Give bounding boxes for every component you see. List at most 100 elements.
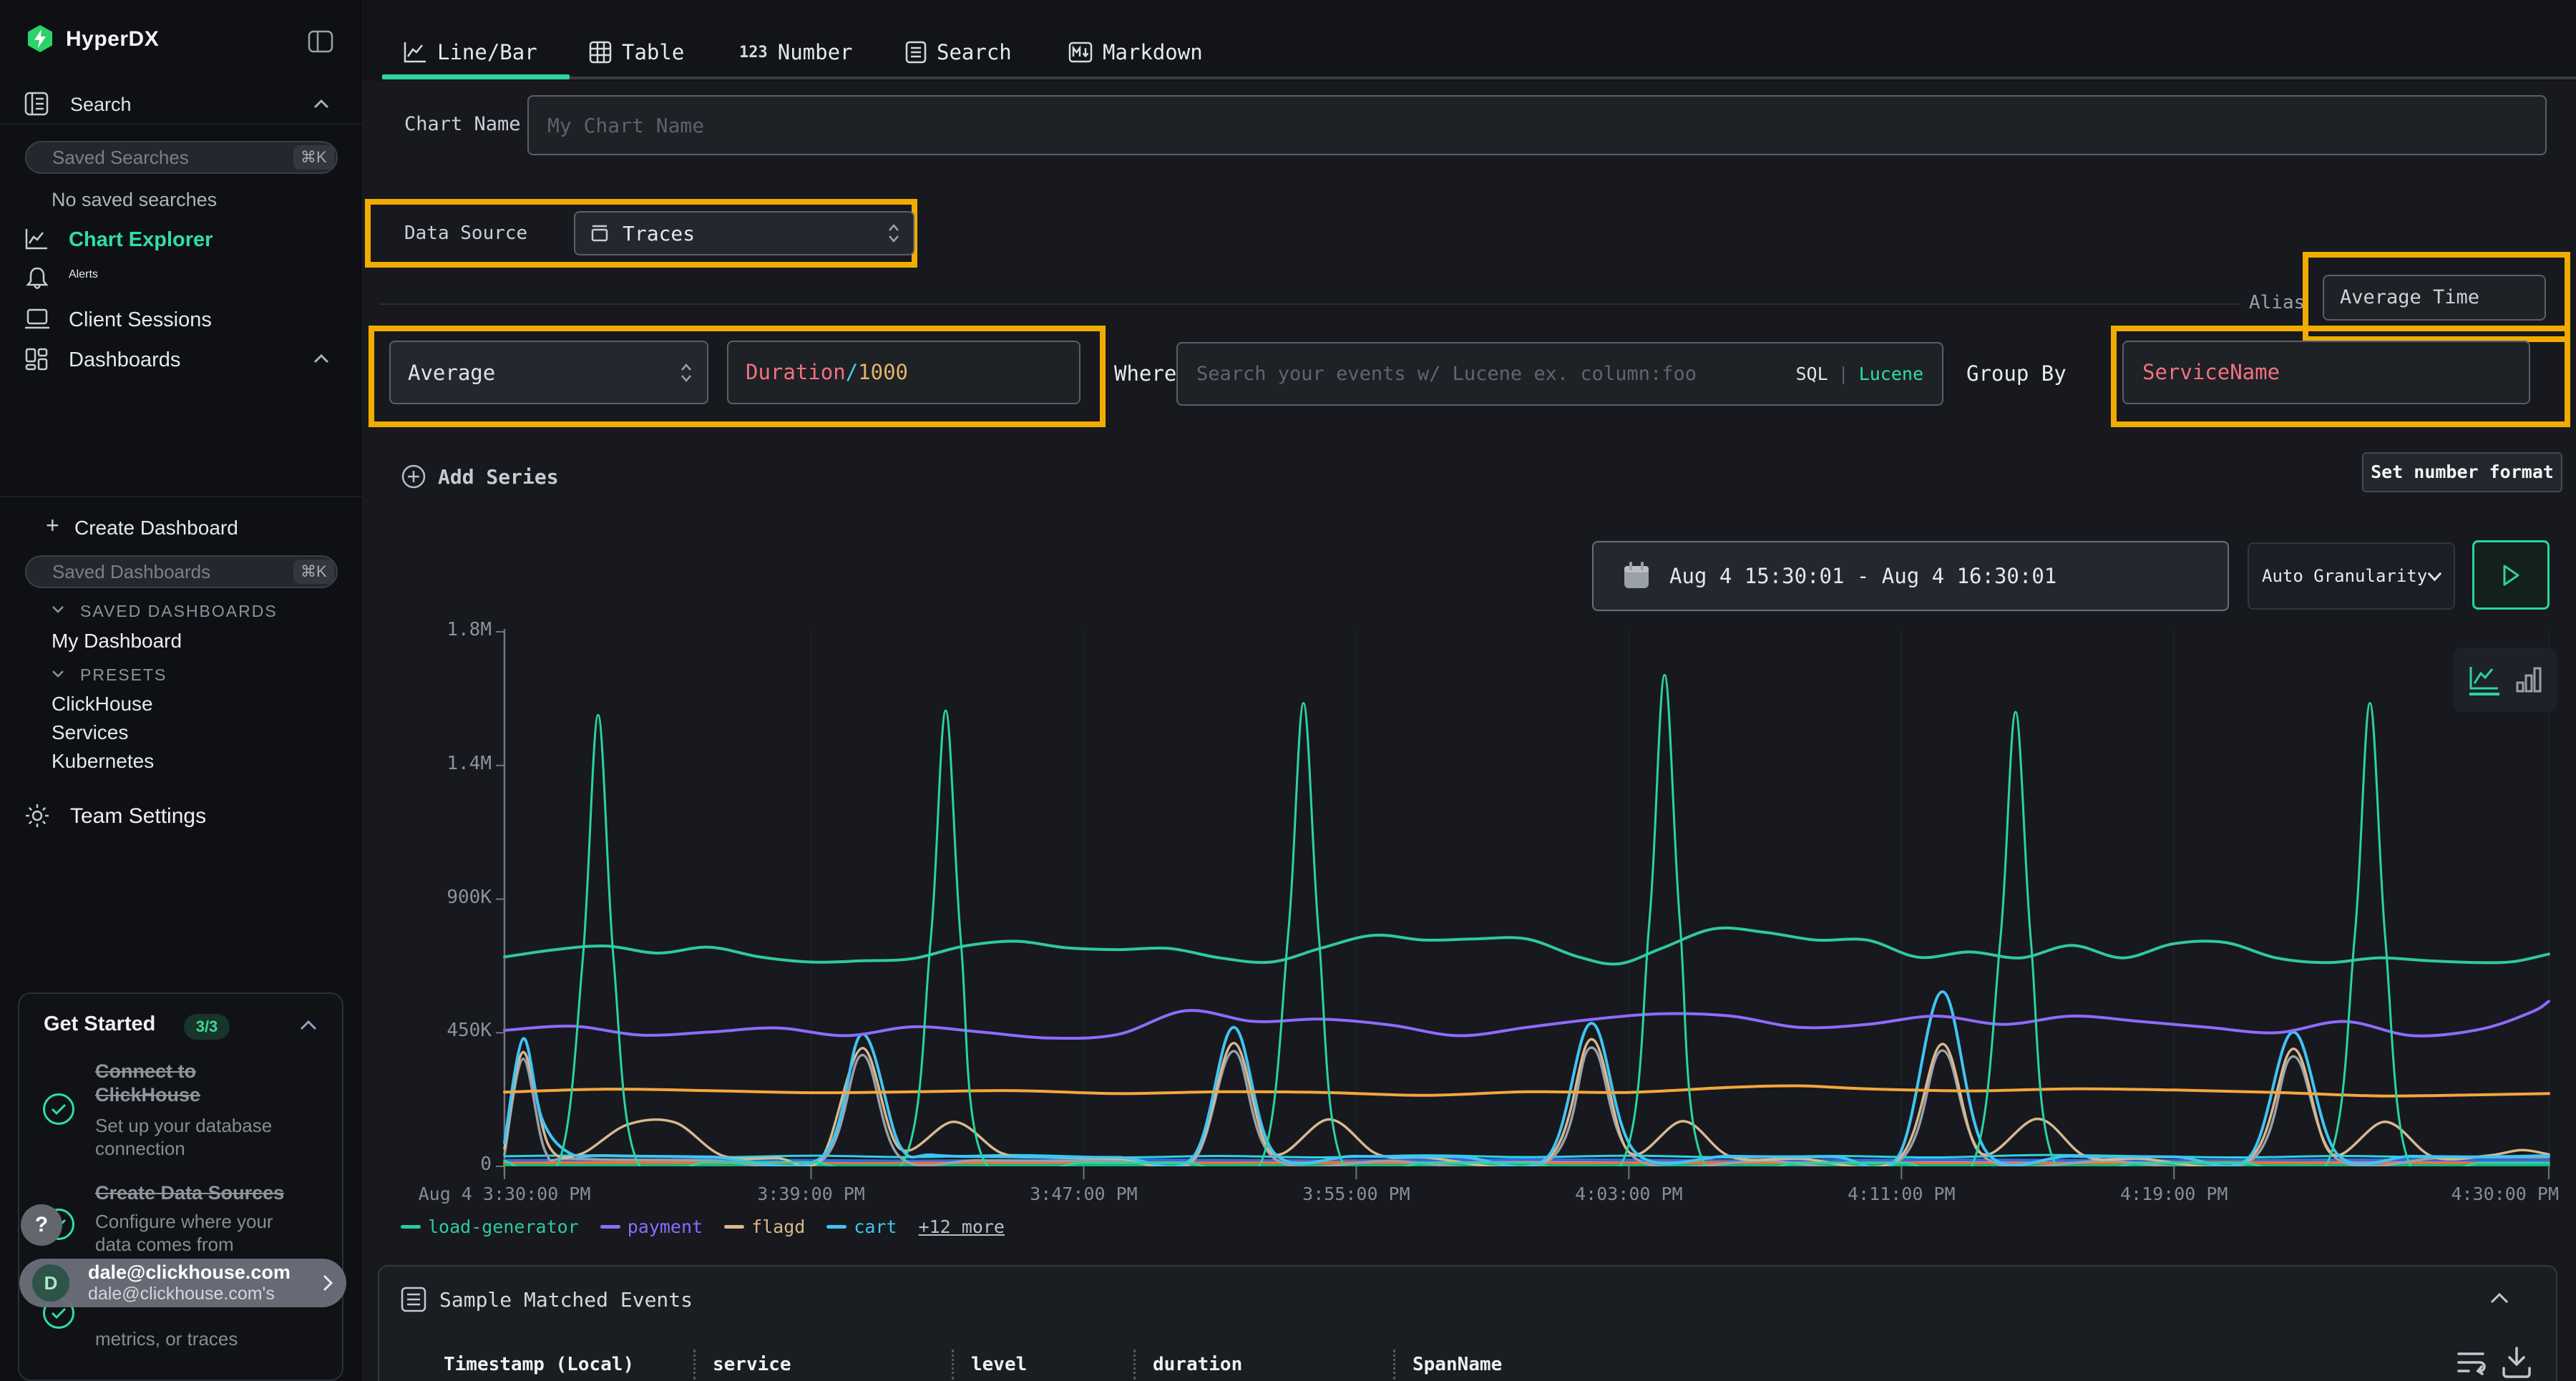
sidebar-item-chart-explorer[interactable]: Chart Explorer	[69, 228, 213, 252]
lucene-toggle[interactable]: Lucene	[1859, 363, 1923, 384]
table-icon	[589, 41, 612, 64]
legend-dash	[401, 1225, 421, 1229]
sql-toggle[interactable]: SQL	[1795, 363, 1828, 384]
user-subtitle: dale@clickhouse.com's	[88, 1284, 322, 1304]
sidebar-item-client-sessions[interactable]: Client Sessions	[69, 308, 212, 332]
events-column: level	[952, 1350, 1133, 1380]
search-collapse-chevron-icon[interactable]	[313, 99, 329, 109]
sidebar-item-my-dashboard[interactable]: My Dashboard	[52, 630, 182, 653]
sidebar-item-search[interactable]: Search	[70, 94, 132, 116]
set-number-format-button[interactable]: Set number format	[2362, 452, 2562, 492]
x-tick-label: 4:03:00 PM	[1575, 1184, 1683, 1204]
sidebar: HyperDX Search ⌘K No saved searches Char…	[0, 0, 361, 1381]
events-column: SpanName	[1393, 1350, 1694, 1380]
where-label: Where	[1114, 342, 1176, 406]
field-expression-input[interactable]: Duration/1000	[727, 341, 1080, 404]
y-tick-label: 1.8M	[399, 619, 492, 640]
legend-more-link[interactable]: +12 more	[919, 1216, 1005, 1237]
divider	[379, 303, 2241, 305]
tab-markdown[interactable]: Markdown	[1068, 40, 1203, 64]
legend-label: load-generator	[428, 1216, 579, 1237]
select-updown-icon	[680, 363, 693, 383]
column-header-service[interactable]: service	[713, 1354, 791, 1375]
user-email: dale@clickhouse.com	[88, 1262, 322, 1284]
legend-item-payment[interactable]: payment	[600, 1216, 703, 1237]
avatar: D	[32, 1264, 69, 1302]
chart-name-label: Chart Name	[404, 113, 521, 135]
saved-dashboards-chevron-icon[interactable]	[52, 605, 64, 613]
column-header-level[interactable]: level	[971, 1354, 1027, 1375]
list-icon	[401, 1287, 426, 1312]
saved-searches-field[interactable]	[51, 146, 293, 170]
legend-item-load-generator[interactable]: load-generator	[401, 1216, 579, 1237]
client-sessions-icon	[24, 308, 50, 331]
markdown-icon	[1068, 42, 1093, 63]
events-table-header: Timestamp (Local) service level duration Spa…	[431, 1350, 1694, 1380]
tab-line-bar[interactable]: Line/Bar	[403, 40, 537, 64]
shortcut-badge: ⌘K	[293, 560, 334, 584]
collapse-panel-chevron-icon[interactable]	[2490, 1292, 2509, 1304]
download-icon[interactable]	[2500, 1345, 2533, 1380]
chart-explorer-icon	[24, 228, 49, 250]
sidebar-item-preset-kubernetes[interactable]: Kubernetes	[52, 750, 154, 773]
help-button[interactable]: ?	[21, 1204, 62, 1246]
divider	[0, 496, 361, 497]
shortcut-badge: ⌘K	[293, 145, 334, 170]
legend-item-cart[interactable]: cart	[826, 1216, 897, 1237]
data-source-select[interactable]: Traces	[574, 211, 914, 255]
where-input[interactable]: Search your events w/ Lucene ex. column:…	[1176, 342, 1943, 406]
aggregation-select[interactable]: Average	[389, 341, 708, 404]
sidebar-item-dashboards[interactable]: Dashboards	[69, 348, 180, 372]
get-started-item2-subtitle: Configure where your data comes from	[95, 1210, 288, 1256]
sidebar-item-preset-clickhouse[interactable]: ClickHouse	[52, 693, 153, 716]
get-started-title: Get Started	[44, 1012, 155, 1036]
legend-item-flagd[interactable]: flagd	[724, 1216, 805, 1237]
saved-dashboards-field[interactable]	[51, 560, 293, 584]
sample-events-title: Sample Matched Events	[439, 1288, 693, 1312]
sidebar-item-preset-services[interactable]: Services	[52, 721, 128, 744]
group-by-highlight: ServiceName	[2111, 326, 2570, 427]
tab-search[interactable]: Search	[905, 40, 1012, 64]
granularity-select[interactable]: Auto Granularity	[2248, 542, 2455, 610]
group-by-input[interactable]: ServiceName	[2122, 341, 2530, 404]
expr-field: Duration	[746, 360, 846, 384]
saved-dashboards-input[interactable]: ⌘K	[25, 555, 338, 588]
divider	[0, 123, 361, 125]
saved-searches-input[interactable]: ⌘K	[25, 141, 338, 174]
data-source-label: Data Source	[404, 205, 527, 262]
get-started-progress-badge: 3/3	[184, 1014, 230, 1040]
x-tick-label: 3:39:00 PM	[757, 1184, 865, 1204]
presets-chevron-icon[interactable]	[52, 670, 64, 678]
tab-number[interactable]: 123 Number	[739, 40, 853, 64]
get-started-item2-title[interactable]: Create Data Sources	[95, 1181, 331, 1205]
x-tick-label: Aug 4 3:30:00 PM	[419, 1184, 591, 1204]
y-tick-label: 1.4M	[399, 753, 492, 774]
number-123-icon: 123	[739, 44, 768, 62]
dashboards-collapse-chevron-icon[interactable]	[313, 353, 329, 363]
x-tick-label: 4:11:00 PM	[1848, 1184, 1956, 1204]
legend-label: cart	[854, 1216, 897, 1237]
chart-type-tabbar: Line/Bar Table 123 Number Search Markdow…	[361, 0, 2576, 81]
sidebar-collapse-icon[interactable]	[308, 30, 333, 53]
chart-name-input[interactable]	[527, 95, 2547, 155]
column-header-SpanName[interactable]: SpanName	[1413, 1354, 1502, 1375]
sidebar-item-team-settings[interactable]: Team Settings	[70, 804, 206, 829]
get-started-collapse-chevron-icon[interactable]	[300, 1020, 317, 1030]
user-menu[interactable]: D dale@clickhouse.com dale@clickhouse.co…	[19, 1259, 346, 1307]
get-started-item1-title[interactable]: Connect to ClickHouse	[95, 1060, 245, 1107]
document-list-icon	[905, 41, 927, 64]
gear-icon	[24, 803, 50, 829]
column-header-duration[interactable]: duration	[1153, 1354, 1242, 1375]
create-dashboard-button[interactable]: Create Dashboard	[74, 517, 238, 540]
column-header-Timestamp (Local)[interactable]: Timestamp (Local)	[444, 1354, 634, 1375]
tab-table[interactable]: Table	[589, 40, 684, 64]
wrap-lines-icon[interactable]	[2454, 1347, 2487, 1380]
alias-input[interactable]: Average Time	[2323, 275, 2546, 321]
run-query-button[interactable]	[2472, 540, 2550, 610]
sidebar-item-alerts[interactable]: Alerts	[69, 268, 98, 281]
get-started-item1-subtitle: Set up your database connection	[95, 1114, 296, 1160]
add-series-button[interactable]: Add Series	[401, 464, 559, 489]
events-column: duration	[1133, 1350, 1393, 1380]
date-range-input[interactable]: Aug 4 15:30:01 - Aug 4 16:30:01	[1592, 541, 2229, 611]
saved-dashboards-header: SAVED DASHBOARDS	[80, 602, 278, 621]
